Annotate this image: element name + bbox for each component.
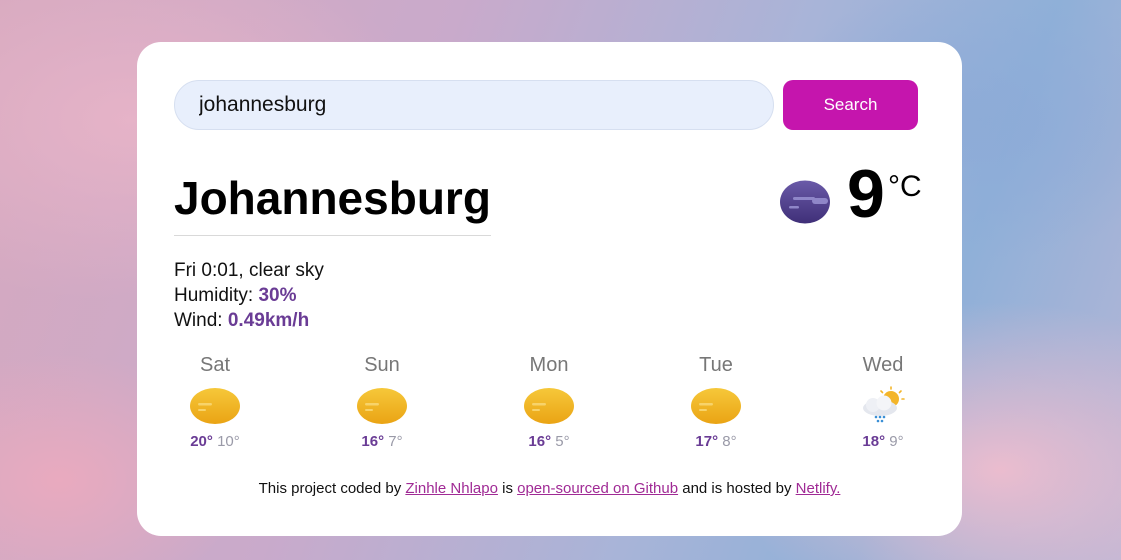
forecast-min: 8° (722, 433, 737, 450)
forecast-min: 9° (889, 433, 904, 450)
forecast-temps: 16° 5° (489, 433, 609, 450)
forecast-max: 16° (528, 433, 552, 450)
forecast-day-name: Mon (529, 354, 569, 376)
footer-text: and is hosted by (678, 480, 796, 497)
forecast-min: 5° (555, 433, 570, 450)
wind-value: 0.49km/h (227, 310, 310, 331)
forecast-min: 7° (388, 433, 403, 450)
temperature-unit[interactable]: °C (888, 170, 922, 204)
forecast-max: 17° (695, 433, 719, 450)
forecast-day: Tue 17° 8° (656, 354, 776, 450)
forecast-day-name: Tue (699, 354, 733, 376)
forecast-max: 20° (190, 433, 213, 450)
search-input[interactable] (174, 80, 774, 130)
sun-icon (357, 388, 407, 424)
forecast-temps: 18° 9° (823, 433, 943, 450)
rain-cloud-sun-icon (863, 386, 905, 423)
weather-card: Search Johannesburg Fri 0:01, clear sky … (137, 42, 962, 536)
forecast-temps: 20° 10° (155, 433, 275, 450)
forecast-max: 18° (862, 433, 886, 450)
github-link[interactable]: open-sourced on Github (517, 480, 678, 497)
forecast-day-name: Wed (862, 354, 904, 376)
wind-row: Wind: 0.49km/h (174, 308, 324, 333)
wind-label: Wind: (174, 310, 228, 331)
forecast-day: Sun 16° 7° (322, 354, 442, 450)
footer-text: is (497, 480, 518, 497)
sun-icon (691, 388, 741, 424)
city-name: Johannesburg (174, 172, 491, 236)
forecast-min: 10° (217, 433, 240, 450)
forecast-temps: 17° 8° (656, 433, 776, 450)
night-clear-moon-icon (780, 180, 830, 224)
footer-credits: This project coded by Zinhle Nhlapo is o… (137, 480, 962, 497)
forecast-day: Mon 16° 5° (489, 354, 609, 450)
search-button[interactable]: Search (783, 80, 918, 130)
forecast-max: 16° (361, 433, 385, 450)
current-details: Fri 0:01, clear sky Humidity: 30% Wind: … (174, 258, 324, 333)
humidity-row: Humidity: 30% (174, 283, 324, 308)
author-link[interactable]: Zinhle Nhlapo (405, 480, 498, 497)
forecast-day-name: Sun (364, 354, 400, 376)
sun-icon (190, 388, 240, 424)
forecast-day: Sat 20° 10° (155, 354, 275, 450)
sun-icon (524, 388, 574, 424)
footer-text: This project coded by (258, 480, 406, 497)
forecast-day-name: Sat (199, 354, 231, 376)
humidity-label: Humidity: (174, 285, 259, 306)
current-temperature: 9 (847, 156, 885, 232)
forecast-temps: 16° 7° (322, 433, 442, 450)
humidity-value: 30% (258, 285, 297, 306)
date-description: Fri 0:01, clear sky (174, 260, 324, 281)
forecast-day: Wed 18° 9° (823, 354, 943, 450)
netlify-link[interactable]: Netlify. (796, 480, 841, 497)
forecast-row: Sat 20° 10° Sun 16° 7° Mon 16° 5° Tue 17… (137, 354, 962, 464)
